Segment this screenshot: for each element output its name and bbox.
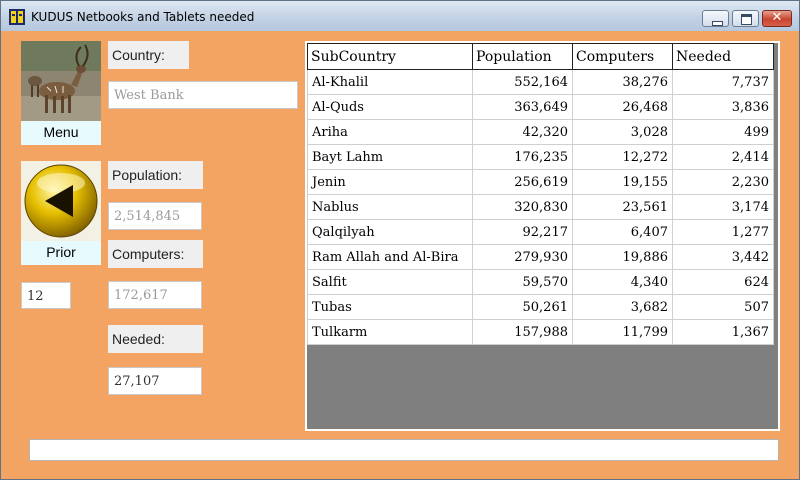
menu-button[interactable]: Menu xyxy=(21,41,101,145)
column-header-needed[interactable]: Needed xyxy=(672,43,774,70)
prior-button[interactable]: Prior xyxy=(21,161,101,265)
cell-computers[interactable]: 23,561 xyxy=(572,194,673,220)
computers-label: Computers: xyxy=(108,240,203,268)
cell-needed[interactable]: 2,230 xyxy=(672,169,774,195)
kudus-app-icon xyxy=(9,9,25,25)
cell-population[interactable]: 279,930 xyxy=(472,244,573,270)
column-header-computers[interactable]: Computers xyxy=(572,43,673,70)
subcountry-grid[interactable]: SubCountry Population Computers Needed A… xyxy=(305,41,780,431)
table-row[interactable]: Ram Allah and Al-Bira 279,930 19,886 3,442 xyxy=(307,244,774,270)
cell-needed[interactable]: 499 xyxy=(672,119,774,145)
table-row[interactable]: Jenin 256,619 19,155 2,230 xyxy=(307,169,774,195)
close-button[interactable]: ✕ xyxy=(762,10,792,27)
needed-label: Needed: xyxy=(108,325,203,353)
table-row[interactable]: Nablus 320,830 23,561 3,174 xyxy=(307,194,774,220)
cell-subcountry[interactable]: Ram Allah and Al-Bira xyxy=(307,244,473,270)
cell-population[interactable]: 552,164 xyxy=(472,69,573,95)
table-row[interactable]: Bayt Lahm 176,235 12,272 2,414 xyxy=(307,144,774,170)
cell-population[interactable]: 256,619 xyxy=(472,169,573,195)
table-header-row: SubCountry Population Computers Needed xyxy=(307,43,774,70)
cell-subcountry[interactable]: Al-Khalil xyxy=(307,69,473,95)
cell-computers[interactable]: 38,276 xyxy=(572,69,673,95)
cell-needed[interactable]: 1,367 xyxy=(672,319,774,345)
table-row[interactable]: Al-Quds 363,649 26,468 3,836 xyxy=(307,94,774,120)
cell-computers[interactable]: 19,886 xyxy=(572,244,673,270)
cell-population[interactable]: 50,261 xyxy=(472,294,573,320)
cell-subcountry[interactable]: Tubas xyxy=(307,294,473,320)
cell-population[interactable]: 157,988 xyxy=(472,319,573,345)
table-body: Al-Khalil 552,164 38,276 7,737 Al-Quds 363,64… xyxy=(307,69,774,345)
cell-needed[interactable]: 624 xyxy=(672,269,774,295)
cell-needed[interactable]: 7,737 xyxy=(672,69,774,95)
cell-computers[interactable]: 11,799 xyxy=(572,319,673,345)
app-window: KUDUS Netbooks and Tablets needed ✕ Menu… xyxy=(0,0,800,480)
prior-label: Prior xyxy=(46,244,76,260)
table-row[interactable]: Salfit 59,570 4,340 624 xyxy=(307,269,774,295)
cell-needed[interactable]: 3,174 xyxy=(672,194,774,220)
column-header-population[interactable]: Population xyxy=(472,43,573,70)
cell-needed[interactable]: 3,836 xyxy=(672,94,774,120)
menu-label: Menu xyxy=(43,124,79,140)
status-bar xyxy=(29,439,779,461)
cell-needed[interactable]: 1,277 xyxy=(672,219,774,245)
maximize-icon xyxy=(741,14,752,25)
population-field[interactable]: 2,514,845 xyxy=(108,202,202,230)
table-row[interactable]: Qalqilyah 92,217 6,407 1,277 xyxy=(307,219,774,245)
table-row[interactable]: Tulkarm 157,988 11,799 1,367 xyxy=(307,319,774,345)
minimize-button[interactable] xyxy=(702,10,729,27)
country-label: Country: xyxy=(108,41,189,69)
kudu-image xyxy=(21,41,101,121)
cell-subcountry[interactable]: Jenin xyxy=(307,169,473,195)
cell-subcountry[interactable]: Al-Quds xyxy=(307,94,473,120)
prior-image xyxy=(21,161,101,241)
cell-computers[interactable]: 6,407 xyxy=(572,219,673,245)
cell-subcountry[interactable]: Tulkarm xyxy=(307,319,473,345)
cell-subcountry[interactable]: Qalqilyah xyxy=(307,219,473,245)
cell-subcountry[interactable]: Bayt Lahm xyxy=(307,144,473,170)
title-bar[interactable]: KUDUS Netbooks and Tablets needed ✕ xyxy=(1,1,799,31)
needed-field[interactable]: 27,107 xyxy=(108,367,202,395)
minimize-icon xyxy=(712,21,723,26)
main-content: Menu Prior 12 Country: West Bank Populat… xyxy=(9,31,793,471)
cell-computers[interactable]: 12,272 xyxy=(572,144,673,170)
computers-field[interactable]: 172,617 xyxy=(108,281,202,309)
maximize-button[interactable] xyxy=(732,10,759,27)
data-table: SubCountry Population Computers Needed A… xyxy=(307,43,774,345)
cell-population[interactable]: 363,649 xyxy=(472,94,573,120)
cell-subcountry[interactable]: Salfit xyxy=(307,269,473,295)
cell-computers[interactable]: 3,028 xyxy=(572,119,673,145)
cell-needed[interactable]: 507 xyxy=(672,294,774,320)
cell-computers[interactable]: 3,682 xyxy=(572,294,673,320)
close-icon: ✕ xyxy=(771,10,783,25)
table-row[interactable]: Al-Khalil 552,164 38,276 7,737 xyxy=(307,69,774,95)
cell-subcountry[interactable]: Ariha xyxy=(307,119,473,145)
population-label: Population: xyxy=(108,161,203,189)
cell-population[interactable]: 92,217 xyxy=(472,219,573,245)
cell-computers[interactable]: 19,155 xyxy=(572,169,673,195)
column-header-subcountry[interactable]: SubCountry xyxy=(307,43,473,70)
table-row[interactable]: Tubas 50,261 3,682 507 xyxy=(307,294,774,320)
cell-population[interactable]: 42,320 xyxy=(472,119,573,145)
cell-computers[interactable]: 26,468 xyxy=(572,94,673,120)
kudu-icon xyxy=(21,41,101,121)
cell-needed[interactable]: 2,414 xyxy=(672,144,774,170)
record-number-field[interactable]: 12 xyxy=(21,282,71,309)
table-row[interactable]: Ariha 42,320 3,028 499 xyxy=(307,119,774,145)
window-title: KUDUS Netbooks and Tablets needed xyxy=(31,10,255,24)
cell-needed[interactable]: 3,442 xyxy=(672,244,774,270)
cell-subcountry[interactable]: Nablus xyxy=(307,194,473,220)
cell-population[interactable]: 176,235 xyxy=(472,144,573,170)
cell-computers[interactable]: 4,340 xyxy=(572,269,673,295)
cell-population[interactable]: 59,570 xyxy=(472,269,573,295)
cell-population[interactable]: 320,830 xyxy=(472,194,573,220)
country-field[interactable]: West Bank xyxy=(108,81,298,109)
back-arrow-icon xyxy=(21,161,101,241)
